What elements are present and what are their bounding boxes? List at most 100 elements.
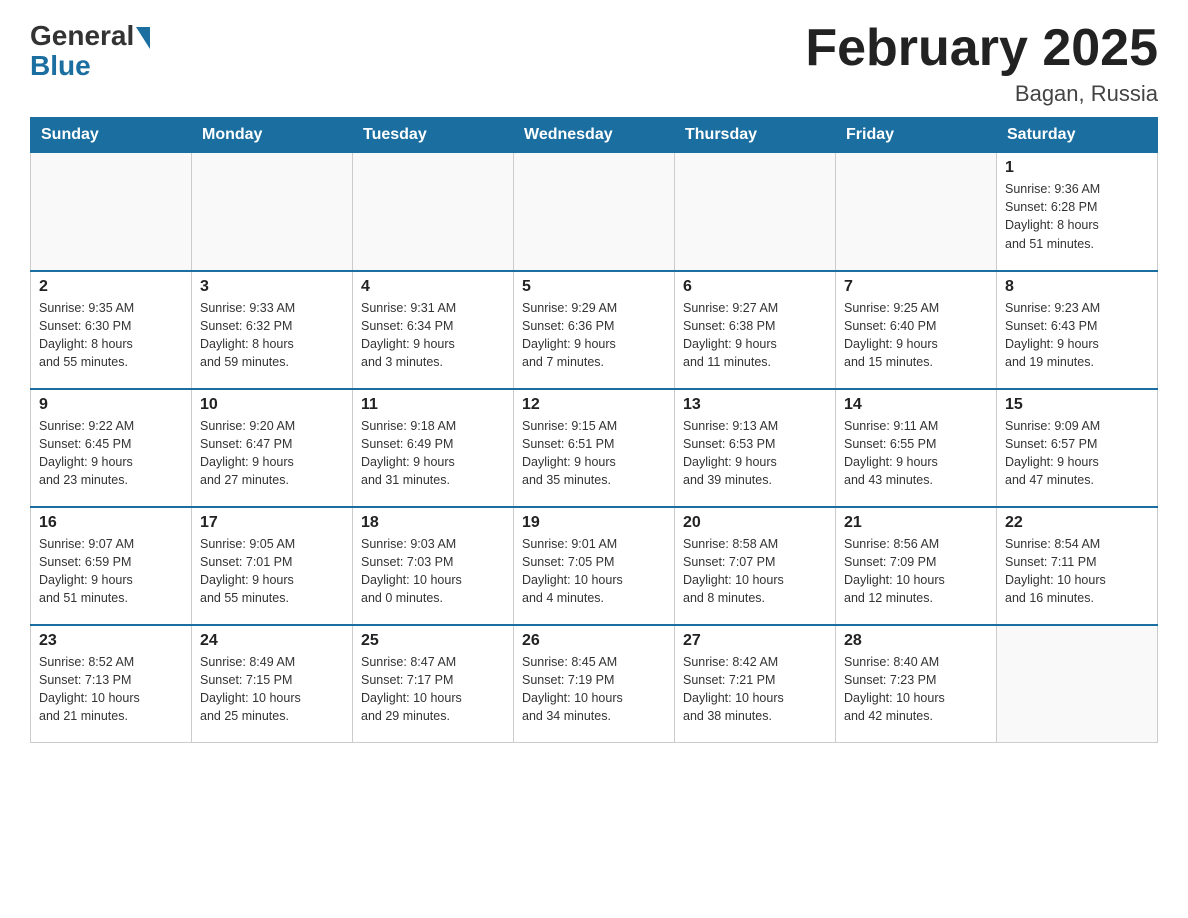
- day-number: 10: [200, 396, 344, 414]
- calendar-day-cell: 24 Sunrise: 8:49 AMSunset: 7:15 PMDayligh…: [192, 625, 353, 743]
- calendar-day-cell: 7 Sunrise: 9:25 AMSunset: 6:40 PMDaylight…: [836, 271, 997, 389]
- day-number: 20: [683, 514, 827, 532]
- calendar-day-cell: 12 Sunrise: 9:15 AMSunset: 6:51 PMDayligh…: [514, 389, 675, 507]
- day-number: 9: [39, 396, 183, 414]
- day-number: 28: [844, 632, 988, 650]
- calendar-day-header: Sunday: [31, 118, 192, 153]
- day-number: 7: [844, 278, 988, 296]
- calendar-day-cell: 27 Sunrise: 8:42 AMSunset: 7:21 PMDayligh…: [675, 625, 836, 743]
- day-info: Sunrise: 9:01 AMSunset: 7:05 PMDaylight:…: [522, 535, 666, 608]
- calendar-day-cell: [675, 153, 836, 271]
- day-info: Sunrise: 8:47 AMSunset: 7:17 PMDaylight:…: [361, 653, 505, 726]
- day-info: Sunrise: 9:13 AMSunset: 6:53 PMDaylight:…: [683, 417, 827, 490]
- day-number: 6: [683, 278, 827, 296]
- calendar-day-cell: 19 Sunrise: 9:01 AMSunset: 7:05 PMDayligh…: [514, 507, 675, 625]
- day-number: 25: [361, 632, 505, 650]
- calendar-table: SundayMondayTuesdayWednesdayThursdayFrid…: [30, 117, 1158, 743]
- calendar-day-cell: 5 Sunrise: 9:29 AMSunset: 6:36 PMDaylight…: [514, 271, 675, 389]
- calendar-day-cell: 16Sunrise: 9:07 AMSunset: 6:59 PMDayligh…: [31, 507, 192, 625]
- day-info: Sunrise: 9:35 AMSunset: 6:30 PMDaylight:…: [39, 299, 183, 372]
- calendar-day-header: Saturday: [997, 118, 1158, 153]
- calendar-day-cell: 11Sunrise: 9:18 AMSunset: 6:49 PMDayligh…: [353, 389, 514, 507]
- calendar-day-cell: 17Sunrise: 9:05 AMSunset: 7:01 PMDayligh…: [192, 507, 353, 625]
- day-info: Sunrise: 9:15 AMSunset: 6:51 PMDaylight:…: [522, 417, 666, 490]
- calendar-day-cell: 18 Sunrise: 9:03 AMSunset: 7:03 PMDayligh…: [353, 507, 514, 625]
- day-info: Sunrise: 9:05 AMSunset: 7:01 PMDaylight:…: [200, 535, 344, 608]
- day-info: Sunrise: 8:40 AMSunset: 7:23 PMDaylight:…: [844, 653, 988, 726]
- calendar-day-cell: 26 Sunrise: 8:45 AMSunset: 7:19 PMDayligh…: [514, 625, 675, 743]
- day-info: Sunrise: 9:22 AMSunset: 6:45 PMDaylight:…: [39, 417, 183, 490]
- day-info: Sunrise: 9:11 AMSunset: 6:55 PMDaylight:…: [844, 417, 988, 490]
- day-number: 13: [683, 396, 827, 414]
- calendar-day-cell: 8 Sunrise: 9:23 AMSunset: 6:43 PMDaylight…: [997, 271, 1158, 389]
- page-header: General Blue February 2025 Bagan, Russia: [30, 20, 1158, 107]
- day-info: Sunrise: 9:03 AMSunset: 7:03 PMDaylight:…: [361, 535, 505, 608]
- logo-arrow-icon: [136, 27, 150, 49]
- calendar-day-header: Wednesday: [514, 118, 675, 153]
- calendar-day-cell: 4 Sunrise: 9:31 AMSunset: 6:34 PMDaylight…: [353, 271, 514, 389]
- calendar-day-cell: 20 Sunrise: 8:58 AMSunset: 7:07 PMDayligh…: [675, 507, 836, 625]
- calendar-day-cell: 9 Sunrise: 9:22 AMSunset: 6:45 PMDaylight…: [31, 389, 192, 507]
- day-number: 26: [522, 632, 666, 650]
- day-number: 11: [361, 396, 505, 414]
- calendar-day-header: Tuesday: [353, 118, 514, 153]
- day-info: Sunrise: 9:36 AMSunset: 6:28 PMDaylight:…: [1005, 180, 1149, 253]
- month-title: February 2025: [805, 20, 1158, 77]
- day-number: 15: [1005, 396, 1149, 414]
- day-number: 8: [1005, 278, 1149, 296]
- calendar-day-cell: [31, 153, 192, 271]
- day-info: Sunrise: 9:29 AMSunset: 6:36 PMDaylight:…: [522, 299, 666, 372]
- calendar-week-row: 2 Sunrise: 9:35 AMSunset: 6:30 PMDaylight…: [31, 271, 1158, 389]
- calendar-week-row: 1 Sunrise: 9:36 AMSunset: 6:28 PMDaylight…: [31, 153, 1158, 271]
- day-info: Sunrise: 8:52 AMSunset: 7:13 PMDaylight:…: [39, 653, 183, 726]
- day-number: 12: [522, 396, 666, 414]
- calendar-day-cell: 6 Sunrise: 9:27 AMSunset: 6:38 PMDaylight…: [675, 271, 836, 389]
- day-info: Sunrise: 9:31 AMSunset: 6:34 PMDaylight:…: [361, 299, 505, 372]
- title-section: February 2025 Bagan, Russia: [805, 20, 1158, 107]
- calendar-week-row: 9 Sunrise: 9:22 AMSunset: 6:45 PMDaylight…: [31, 389, 1158, 507]
- calendar-day-cell: 15 Sunrise: 9:09 AMSunset: 6:57 PMDayligh…: [997, 389, 1158, 507]
- calendar-day-cell: 28 Sunrise: 8:40 AMSunset: 7:23 PMDayligh…: [836, 625, 997, 743]
- calendar-week-row: 23 Sunrise: 8:52 AMSunset: 7:13 PMDayligh…: [31, 625, 1158, 743]
- day-info: Sunrise: 8:54 AMSunset: 7:11 PMDaylight:…: [1005, 535, 1149, 608]
- calendar-day-header: Thursday: [675, 118, 836, 153]
- calendar-day-cell: [514, 153, 675, 271]
- calendar-day-cell: [353, 153, 514, 271]
- day-number: 23: [39, 632, 183, 650]
- day-info: Sunrise: 9:09 AMSunset: 6:57 PMDaylight:…: [1005, 417, 1149, 490]
- day-number: 21: [844, 514, 988, 532]
- calendar-day-header: Friday: [836, 118, 997, 153]
- day-info: Sunrise: 9:25 AMSunset: 6:40 PMDaylight:…: [844, 299, 988, 372]
- logo: General Blue: [30, 20, 150, 82]
- day-info: Sunrise: 8:45 AMSunset: 7:19 PMDaylight:…: [522, 653, 666, 726]
- day-number: 3: [200, 278, 344, 296]
- day-info: Sunrise: 8:49 AMSunset: 7:15 PMDaylight:…: [200, 653, 344, 726]
- day-number: 24: [200, 632, 344, 650]
- day-number: 14: [844, 396, 988, 414]
- calendar-day-cell: 14 Sunrise: 9:11 AMSunset: 6:55 PMDayligh…: [836, 389, 997, 507]
- calendar-day-cell: [997, 625, 1158, 743]
- calendar-day-cell: 10 Sunrise: 9:20 AMSunset: 6:47 PMDayligh…: [192, 389, 353, 507]
- day-number: 19: [522, 514, 666, 532]
- day-number: 18: [361, 514, 505, 532]
- day-info: Sunrise: 8:42 AMSunset: 7:21 PMDaylight:…: [683, 653, 827, 726]
- day-info: Sunrise: 8:56 AMSunset: 7:09 PMDaylight:…: [844, 535, 988, 608]
- day-number: 5: [522, 278, 666, 296]
- calendar-day-cell: 13 Sunrise: 9:13 AMSunset: 6:53 PMDayligh…: [675, 389, 836, 507]
- day-number: 27: [683, 632, 827, 650]
- logo-general-text: General: [30, 20, 134, 52]
- day-info: Sunrise: 9:23 AMSunset: 6:43 PMDaylight:…: [1005, 299, 1149, 372]
- calendar-day-cell: 2 Sunrise: 9:35 AMSunset: 6:30 PMDaylight…: [31, 271, 192, 389]
- day-number: 2: [39, 278, 183, 296]
- day-number: 4: [361, 278, 505, 296]
- day-info: Sunrise: 8:58 AMSunset: 7:07 PMDaylight:…: [683, 535, 827, 608]
- day-info: Sunrise: 9:20 AMSunset: 6:47 PMDaylight:…: [200, 417, 344, 490]
- logo-blue-text: Blue: [30, 50, 91, 82]
- day-info: Sunrise: 9:33 AMSunset: 6:32 PMDaylight:…: [200, 299, 344, 372]
- day-number: 1: [1005, 159, 1149, 177]
- calendar-header-row: SundayMondayTuesdayWednesdayThursdayFrid…: [31, 118, 1158, 153]
- location: Bagan, Russia: [805, 81, 1158, 107]
- day-number: 22: [1005, 514, 1149, 532]
- day-info: Sunrise: 9:27 AMSunset: 6:38 PMDaylight:…: [683, 299, 827, 372]
- day-number: 16: [39, 514, 183, 532]
